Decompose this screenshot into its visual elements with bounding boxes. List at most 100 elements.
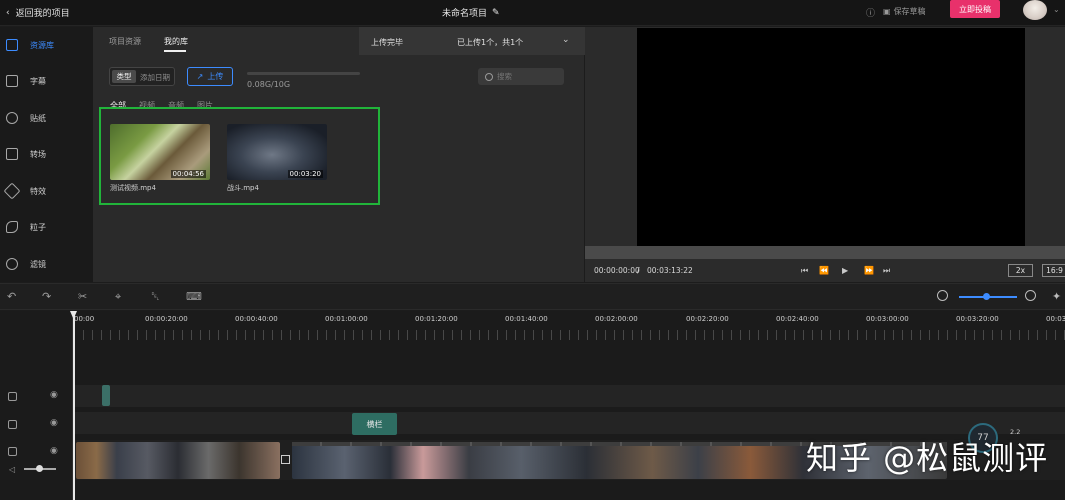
nav-item-label: 滤镜 (30, 259, 46, 269)
play-icon[interactable]: ▶ (842, 266, 848, 275)
aspect-ratio-button[interactable]: 16:9 (1042, 264, 1065, 277)
edit-icon[interactable]: ✎ (492, 8, 500, 18)
nav-item-effects[interactable]: 特效 (0, 179, 93, 203)
particle-icon (6, 221, 18, 233)
media-thumbnail[interactable]: 00:04:56 (110, 124, 210, 180)
ruler-label: 00:01:20:00 (415, 315, 458, 323)
watermark: 知乎 @松鼠测评 (806, 439, 1049, 477)
ruler-label: 00:02:40:00 (776, 315, 819, 323)
tab-project-resources[interactable]: 项目资源 (109, 36, 141, 47)
ruler-label: 00:01:40:00 (505, 315, 548, 323)
sticker-icon (6, 112, 18, 124)
volume-slider-thumb[interactable] (36, 465, 43, 472)
active-tab-indicator (164, 50, 186, 52)
nav-item-label: 字幕 (30, 76, 46, 86)
back-label: 返回我的项目 (15, 9, 70, 19)
ruler-label: 00:00:40:00 (235, 315, 278, 323)
volume-icon[interactable]: ◁ (9, 465, 15, 474)
chevron-down-icon[interactable]: ⌄ (1053, 5, 1060, 14)
nav-item-filters[interactable]: 滤镜 (0, 252, 93, 276)
playback-speed-button[interactable]: 2x (1008, 264, 1033, 277)
subtitle-recognition-icon[interactable]: ⌨ (186, 290, 202, 303)
ruler-label: 00:02:20:00 (686, 315, 729, 323)
fit-timeline-icon[interactable]: ✦ (1052, 290, 1061, 303)
media-thumbnail[interactable]: 00:03:20 (227, 124, 327, 180)
nav-item-label: 转场 (30, 149, 46, 159)
storage-usage-text: 0.08G/10G (247, 80, 291, 89)
effects-icon (3, 182, 21, 200)
save-draft-label: 保存草稿 (893, 7, 926, 16)
upload-button[interactable]: ↗ 上传 (187, 67, 233, 86)
nav-item-stickers[interactable]: 贴纸 (0, 106, 93, 130)
current-time: 00:00:00:00 (594, 266, 640, 275)
upload-status-text: 上传完毕 (371, 38, 403, 47)
media-duration: 00:03:20 (287, 170, 323, 178)
text-track-icon (8, 420, 17, 429)
nav-item-label: 资源库 (30, 40, 54, 50)
publish-button[interactable]: 立即投稿 (950, 0, 1000, 18)
split-icon[interactable]: ✂ (78, 290, 87, 303)
filter-icon (6, 258, 18, 270)
text-icon (6, 75, 18, 87)
playhead[interactable] (73, 311, 75, 500)
delete-icon[interactable]: ␡ (151, 290, 160, 304)
upload-count-text: 已上传1个，共1个 (457, 38, 524, 47)
ruler-label: 00:00 (74, 315, 95, 323)
sort-by-type-button[interactable]: 类型 (112, 70, 136, 83)
sticker-clip[interactable] (102, 385, 110, 406)
total-time: 00:03:13:22 (647, 266, 693, 275)
search-input[interactable] (497, 72, 557, 81)
media-name: 测试视频.mp4 (110, 184, 156, 192)
zoom-out-icon[interactable] (937, 290, 948, 301)
sort-by-date-button[interactable]: 添加日期 (140, 72, 170, 83)
help-icon[interactable]: ⓘ (866, 6, 875, 19)
storage-usage-bar (247, 72, 360, 75)
eye-icon[interactable]: ◉ (50, 418, 58, 428)
zoom-slider-thumb[interactable] (983, 293, 990, 300)
text-clip[interactable]: 横栏 (352, 413, 397, 435)
back-to-projects-link[interactable]: ‹ 返回我的项目 (6, 6, 70, 20)
timeline-ruler[interactable] (74, 330, 1065, 340)
eye-icon[interactable]: ◉ (50, 446, 58, 456)
nav-item-subtitles[interactable]: 字幕 (0, 69, 93, 93)
ruler-label: 00:03:00:00 (866, 315, 909, 323)
nav-item-transitions[interactable]: 转场 (0, 142, 93, 166)
preview-screen[interactable] (637, 28, 1025, 246)
text-track[interactable] (74, 412, 1065, 434)
ruler-label: 00:02:00:00 (595, 315, 638, 323)
video-clip[interactable] (76, 442, 280, 479)
search-box[interactable] (478, 68, 564, 85)
zoom-in-icon[interactable] (1025, 290, 1036, 301)
rewind-icon[interactable]: ⏪ (819, 266, 829, 275)
nav-item-label: 特效 (30, 186, 46, 196)
chevron-down-icon[interactable]: ⌄ (562, 35, 570, 45)
nav-item-library[interactable]: 资源库 (0, 33, 93, 57)
sticker-track[interactable] (74, 385, 1065, 407)
save-icon: ▣ (883, 7, 891, 16)
chevron-left-icon: ‹ (6, 7, 10, 18)
transition-marker-icon[interactable] (281, 455, 290, 464)
tab-my-library[interactable]: 我的库 (164, 36, 188, 47)
ruler-label: 00:00:20:00 (145, 315, 188, 323)
save-draft-button[interactable]: ▣ 保存草稿 (883, 6, 926, 17)
preview-progress-bar[interactable] (585, 246, 1065, 259)
sticker-track-icon (8, 392, 17, 401)
redo-icon[interactable]: ↷ (42, 290, 51, 303)
search-icon (485, 72, 493, 81)
skip-to-end-icon[interactable]: ⏭ (883, 266, 890, 276)
undo-icon[interactable]: ↶ (7, 290, 16, 303)
crop-icon[interactable]: ⌖ (115, 290, 121, 304)
project-title[interactable]: 未命名项目 ✎ (442, 6, 500, 20)
upload-icon: ↗ (196, 72, 204, 81)
skip-to-start-icon[interactable]: ⏮ (801, 266, 808, 276)
cube-icon (6, 39, 18, 51)
nav-item-label: 贴纸 (30, 113, 46, 123)
ruler-label: 00:01:00:00 (325, 315, 368, 323)
eye-icon[interactable]: ◉ (50, 390, 58, 400)
avatar[interactable] (1023, 0, 1047, 20)
project-title-text: 未命名项目 (442, 9, 488, 19)
nav-item-particles[interactable]: 粒子 (0, 215, 93, 239)
fast-forward-icon[interactable]: ⏩ (864, 266, 874, 275)
video-track-icon (8, 447, 17, 456)
ruler-label: 00:03:20:00 (956, 315, 999, 323)
